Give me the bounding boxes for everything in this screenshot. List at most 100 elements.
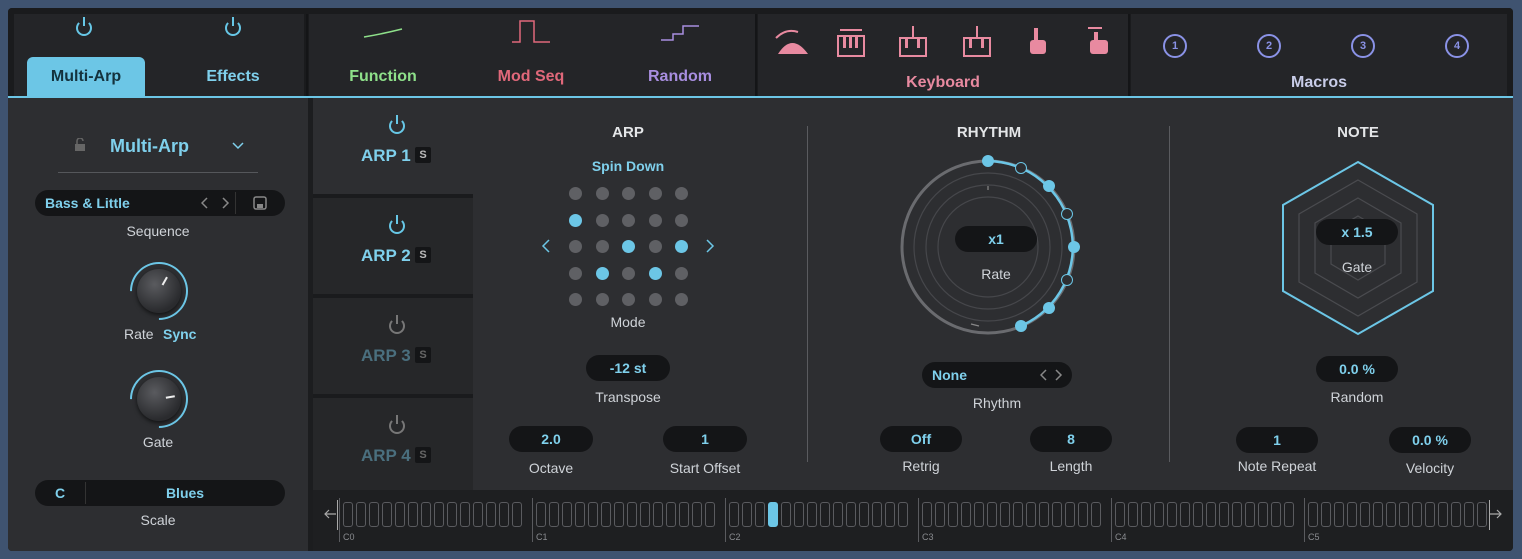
sync-toggle[interactable]: Sync <box>163 326 196 342</box>
keyboard-key[interactable] <box>898 502 908 527</box>
macro-3-icon[interactable]: 3 <box>1351 34 1375 58</box>
power-icon[interactable] <box>76 17 92 36</box>
gate-hexagon[interactable] <box>1277 158 1439 336</box>
keyboard-key[interactable] <box>922 502 932 527</box>
keyboard-key[interactable] <box>768 502 778 527</box>
solo-button[interactable]: S <box>415 347 431 363</box>
keyboard-key[interactable] <box>562 502 572 527</box>
keyboard-key[interactable] <box>1245 502 1255 527</box>
keyboard-range-strip[interactable]: C0 C1 C2 C3 C4 C5 <box>313 490 1513 551</box>
keyboard-key[interactable] <box>343 502 353 527</box>
arp-grid-dot[interactable] <box>569 266 582 280</box>
scale-type[interactable]: Blues <box>85 485 285 501</box>
keyboard-key[interactable] <box>948 502 958 527</box>
tab-keyboard[interactable]: Keyboard <box>758 14 1128 96</box>
retrig-field[interactable]: Off <box>880 426 962 452</box>
power-icon[interactable] <box>389 315 405 334</box>
gate-knob[interactable] <box>117 357 201 441</box>
arp-grid-dot[interactable] <box>569 293 582 306</box>
arp-grid-dot[interactable] <box>595 213 609 227</box>
keyboard-key[interactable] <box>1232 502 1242 527</box>
keyboard-key[interactable] <box>794 502 804 527</box>
arp-grid-dot[interactable] <box>595 240 609 253</box>
keyboard-key[interactable] <box>1180 502 1190 527</box>
arp-grid-dot[interactable] <box>569 213 582 227</box>
keyboard-key[interactable] <box>1065 502 1075 527</box>
keyboard-key[interactable] <box>1193 502 1203 527</box>
keyboard-key[interactable] <box>742 502 752 527</box>
rhythm-step[interactable] <box>1042 180 1055 193</box>
keyboard-key[interactable] <box>434 502 444 527</box>
tab-arp-4[interactable]: ARP 4 S <box>313 398 473 494</box>
keyboard-key[interactable] <box>1334 502 1344 527</box>
keyboard-key[interactable] <box>1386 502 1396 527</box>
arp-grid-dot[interactable] <box>675 187 688 200</box>
macro-2-icon[interactable]: 2 <box>1257 34 1281 58</box>
keyboard-key[interactable] <box>1128 502 1138 527</box>
arp-grid-dot[interactable] <box>675 213 688 227</box>
keyboard-key[interactable] <box>486 502 496 527</box>
keyboard-key[interactable] <box>408 502 418 527</box>
keyboard-key[interactable] <box>1451 502 1461 527</box>
tab-multi-arp-active[interactable]: Multi-Arp <box>27 57 145 97</box>
keyboard-key[interactable] <box>1141 502 1151 527</box>
arp-grid-dot[interactable] <box>569 187 582 200</box>
tab-macros[interactable]: 1 2 3 4 Macros <box>1131 14 1507 96</box>
keyboard-key[interactable] <box>1091 502 1101 527</box>
keyboard-key[interactable] <box>705 502 715 527</box>
tab-function[interactable]: Function <box>309 8 457 90</box>
arrow-right-icon[interactable] <box>1489 508 1503 520</box>
keyboard-key[interactable] <box>473 502 483 527</box>
keyboard-key[interactable] <box>601 502 611 527</box>
tab-mod-seq[interactable]: Mod Seq <box>457 8 605 90</box>
tab-random[interactable]: Random <box>605 8 755 90</box>
transpose-field[interactable]: -12 st <box>586 355 670 381</box>
keyboard-key[interactable] <box>395 502 405 527</box>
keyboard-key[interactable] <box>1026 502 1036 527</box>
keyboard-key[interactable] <box>1039 502 1049 527</box>
keyboard-key[interactable] <box>1284 502 1294 527</box>
keyboard-key[interactable] <box>807 502 817 527</box>
keyboard-key[interactable] <box>885 502 895 527</box>
gate-multiplier-field[interactable]: x 1.5 <box>1316 219 1398 245</box>
keyboard-key[interactable] <box>356 502 366 527</box>
length-field[interactable]: 8 <box>1030 426 1112 452</box>
keyboard-key[interactable] <box>1438 502 1448 527</box>
solo-button[interactable]: S <box>415 247 431 263</box>
arp-grid-dot[interactable] <box>648 293 662 306</box>
keyboard-key[interactable] <box>1271 502 1281 527</box>
keyboard-key[interactable] <box>729 502 739 527</box>
keyboard-key[interactable] <box>987 502 997 527</box>
keyboard-key[interactable] <box>460 502 470 527</box>
keyboard-key[interactable] <box>846 502 856 527</box>
keyboard-key[interactable] <box>1412 502 1422 527</box>
keyboard-key[interactable] <box>692 502 702 527</box>
keyboard-key[interactable] <box>640 502 650 527</box>
keyboard-key[interactable] <box>781 502 791 527</box>
power-icon[interactable] <box>389 415 405 434</box>
arp-grid-dot[interactable] <box>675 266 688 280</box>
keyboard-key[interactable] <box>549 502 559 527</box>
arp-grid-dot[interactable] <box>622 187 635 200</box>
arp-grid-dot[interactable] <box>675 293 688 306</box>
tab-arp-1[interactable]: ARP 1 S <box>313 98 473 194</box>
keyboard-key[interactable] <box>833 502 843 527</box>
macro-4-icon[interactable]: 4 <box>1445 34 1469 58</box>
keyboard-key[interactable] <box>627 502 637 527</box>
keyboard-key[interactable] <box>369 502 379 527</box>
keyboard-key[interactable] <box>1399 502 1409 527</box>
lock-icon[interactable] <box>74 137 86 151</box>
keyboard-key[interactable] <box>499 502 509 527</box>
arp-grid-dot[interactable] <box>595 187 609 200</box>
keyboard-key[interactable] <box>1078 502 1088 527</box>
random-field[interactable]: 0.0 % <box>1316 356 1398 382</box>
arp-grid-dot[interactable] <box>675 240 688 253</box>
velocity-field[interactable]: 0.0 % <box>1389 427 1471 453</box>
tab-effects[interactable]: Effects <box>160 8 306 90</box>
keyboard-key[interactable] <box>859 502 869 527</box>
rhythm-step[interactable] <box>982 155 994 167</box>
keyboard-key[interactable] <box>1308 502 1318 527</box>
keyboard-key[interactable] <box>447 502 457 527</box>
keyboard-key[interactable] <box>512 502 522 527</box>
macro-1-icon[interactable]: 1 <box>1163 34 1187 58</box>
